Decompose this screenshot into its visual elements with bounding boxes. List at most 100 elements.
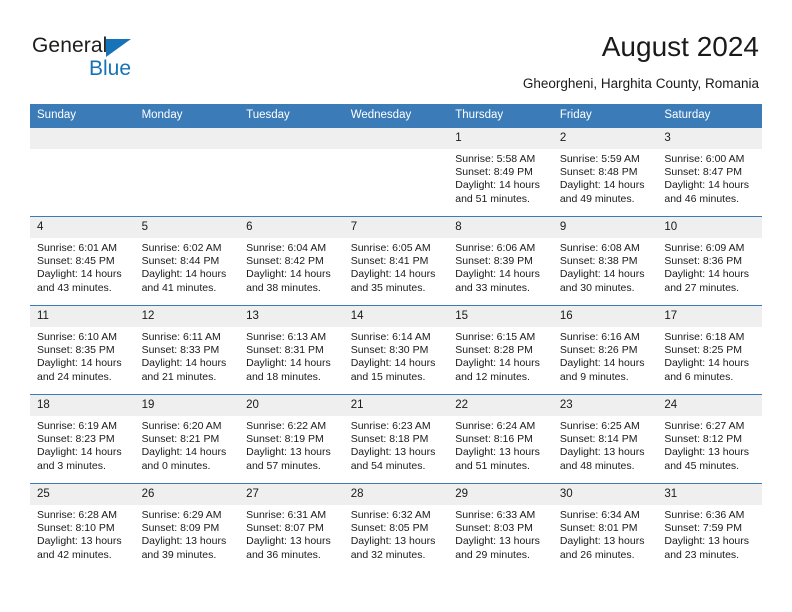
day-cell-content: 30 Sunrise: 6:34 AM Sunset: 8:01 PM Dayligh… [552,484,658,572]
sunset-time: Sunset: 8:09 PM [141,522,220,535]
calendar-day-cell[interactable]: 27 Sunrise: 6:31 AM Sunset: 8:07 PM Dayligh… [239,483,344,572]
calendar-day-cell[interactable]: 12 Sunrise: 6:11 AM Sunset: 8:33 PM Dayligh… [134,305,240,395]
day-sun-info: Sunrise: 6:01 AM Sunset: 8:45 PM Daylight:… [30,238,135,295]
sunset-time: Sunset: 8:41 PM [350,255,429,268]
calendar-day-cell[interactable]: 9 Sunrise: 6:08 AM Sunset: 8:38 PM Daylight… [552,216,658,306]
calendar-day-cell[interactable]: 24 Sunrise: 6:27 AM Sunset: 8:12 PM Dayligh… [657,394,762,484]
calendar-day-cell[interactable]: 30 Sunrise: 6:34 AM Sunset: 8:01 PM Dayligh… [552,483,658,572]
calendar-day-cell[interactable]: 13 Sunrise: 6:13 AM Sunset: 8:31 PM Dayligh… [239,305,344,395]
calendar-day-cell[interactable]: 15 Sunrise: 6:15 AM Sunset: 8:28 PM Dayligh… [448,305,553,395]
calendar-day-cell[interactable]: 11 Sunrise: 6:10 AM Sunset: 8:35 PM Dayligh… [30,305,135,395]
sunrise-time: Sunrise: 6:23 AM [350,420,431,432]
day-cell-content: 29 Sunrise: 6:33 AM Sunset: 8:03 PM Dayligh… [448,484,553,572]
page-title: August 2024 [601,31,759,62]
sunset-time: Sunset: 8:36 PM [664,255,743,268]
sunset-time: Sunset: 8:44 PM [141,255,220,268]
day-number: 8 [448,217,553,238]
calendar-day-cell [239,127,344,217]
sunrise-time: Sunrise: 6:20 AM [141,420,222,432]
calendar-day-cell[interactable]: 31 Sunrise: 6:36 AM Sunset: 7:59 PM Dayligh… [657,483,762,572]
sunrise-time: Sunrise: 6:00 AM [664,153,745,165]
day-number: 23 [552,395,658,416]
calendar-day-cell[interactable]: 3 Sunrise: 6:00 AM Sunset: 8:47 PM Daylight… [657,127,762,217]
sunset-time: Sunset: 7:59 PM [664,522,743,535]
sunrise-time: Sunrise: 6:06 AM [455,242,536,254]
calendar-day-cell[interactable]: 29 Sunrise: 6:33 AM Sunset: 8:03 PM Dayligh… [448,483,553,572]
calendar-day-cell[interactable]: 23 Sunrise: 6:25 AM Sunset: 8:14 PM Dayligh… [552,394,658,484]
sunset-time: Sunset: 8:07 PM [246,522,324,535]
day-cell-content: 18 Sunrise: 6:19 AM Sunset: 8:23 PM Dayligh… [30,395,135,483]
day-number: 14 [343,306,449,327]
sunset-time: Sunset: 8:31 PM [246,344,324,357]
calendar-week-row: 1 Sunrise: 5:58 AM Sunset: 8:49 PM Daylight… [30,127,762,217]
day-number: 20 [239,395,344,416]
sunset-time: Sunset: 8:18 PM [350,433,429,446]
weekday-header-thursday: Thursday [448,104,553,128]
day-number: 29 [448,484,553,505]
calendar-week-row: 4 Sunrise: 6:01 AM Sunset: 8:45 PM Daylight… [30,216,762,306]
calendar-day-cell[interactable]: 14 Sunrise: 6:14 AM Sunset: 8:30 PM Dayligh… [343,305,449,395]
day-cell-content: 11 Sunrise: 6:10 AM Sunset: 8:35 PM Dayligh… [30,306,135,394]
general-blue-logo[interactable]: General Blue [32,34,202,86]
day-cell-content: 1 Sunrise: 5:58 AM Sunset: 8:49 PM Daylight… [448,128,553,216]
day-cell-content: 12 Sunrise: 6:11 AM Sunset: 8:33 PM Dayligh… [134,306,240,394]
day-sun-info: Sunrise: 6:08 AM Sunset: 8:38 PM Daylight:… [553,238,658,295]
day-number: 12 [134,306,240,327]
day-cell-content [343,128,449,216]
calendar-day-cell[interactable]: 7 Sunrise: 6:05 AM Sunset: 8:41 PM Daylight… [343,216,449,306]
daylight-duration: Daylight: 14 hours and 6 minutes. [664,357,750,383]
daylight-duration: Daylight: 13 hours and 39 minutes. [141,535,227,561]
calendar-day-cell[interactable]: 16 Sunrise: 6:16 AM Sunset: 8:26 PM Dayligh… [552,305,658,395]
day-number: 15 [448,306,553,327]
day-sun-info: Sunrise: 6:20 AM Sunset: 8:21 PM Daylight:… [135,416,240,473]
calendar-day-cell[interactable]: 6 Sunrise: 6:04 AM Sunset: 8:42 PM Daylight… [239,216,344,306]
calendar-day-cell[interactable]: 21 Sunrise: 6:23 AM Sunset: 8:18 PM Dayligh… [343,394,449,484]
sunrise-time: Sunrise: 6:32 AM [350,509,431,521]
calendar-page: General Blue August 2024 Gheorgheni, Har… [0,0,792,612]
sunset-time: Sunset: 8:25 PM [664,344,743,357]
calendar-day-cell[interactable]: 10 Sunrise: 6:09 AM Sunset: 8:36 PM Dayligh… [657,216,762,306]
day-sun-info: Sunrise: 6:32 AM Sunset: 8:05 PM Daylight:… [344,505,449,562]
day-number: 3 [657,128,762,149]
calendar-day-cell[interactable]: 26 Sunrise: 6:29 AM Sunset: 8:09 PM Dayligh… [134,483,240,572]
calendar-day-cell[interactable]: 5 Sunrise: 6:02 AM Sunset: 8:44 PM Daylight… [134,216,240,306]
calendar-day-cell[interactable]: 8 Sunrise: 6:06 AM Sunset: 8:39 PM Daylight… [448,216,553,306]
calendar-day-cell[interactable]: 4 Sunrise: 6:01 AM Sunset: 8:45 PM Daylight… [30,216,135,306]
day-number: 21 [343,395,449,416]
day-number: 13 [239,306,344,327]
day-sun-info: Sunrise: 5:58 AM Sunset: 8:49 PM Daylight:… [448,149,553,206]
day-sun-info: Sunrise: 6:14 AM Sunset: 8:30 PM Daylight:… [344,327,449,384]
day-sun-info: Sunrise: 6:06 AM Sunset: 8:39 PM Daylight:… [448,238,553,295]
daylight-duration: Daylight: 14 hours and 21 minutes. [141,357,227,383]
calendar-week-row: 18 Sunrise: 6:19 AM Sunset: 8:23 PM Dayligh… [30,394,762,484]
calendar-day-cell[interactable]: 22 Sunrise: 6:24 AM Sunset: 8:16 PM Dayligh… [448,394,553,484]
calendar-day-cell[interactable]: 2 Sunrise: 5:59 AM Sunset: 8:48 PM Daylight… [552,127,658,217]
day-cell-content: 15 Sunrise: 6:15 AM Sunset: 8:28 PM Dayligh… [448,306,553,394]
day-number: 30 [552,484,658,505]
day-cell-content: 27 Sunrise: 6:31 AM Sunset: 8:07 PM Dayligh… [239,484,344,572]
calendar-day-cell[interactable]: 17 Sunrise: 6:18 AM Sunset: 8:25 PM Dayligh… [657,305,762,395]
day-number: 19 [134,395,240,416]
calendar-day-cell[interactable]: 25 Sunrise: 6:28 AM Sunset: 8:10 PM Dayligh… [30,483,135,572]
day-number: 6 [239,217,344,238]
calendar-week-row: 11 Sunrise: 6:10 AM Sunset: 8:35 PM Dayligh… [30,305,762,395]
sunset-time: Sunset: 8:42 PM [246,255,324,268]
sunrise-time: Sunrise: 6:28 AM [37,509,117,521]
sunset-time: Sunset: 8:35 PM [37,344,115,357]
calendar-day-cell[interactable]: 18 Sunrise: 6:19 AM Sunset: 8:23 PM Dayligh… [30,394,135,484]
day-cell-content: 28 Sunrise: 6:32 AM Sunset: 8:05 PM Dayligh… [343,484,449,572]
day-cell-content: 25 Sunrise: 6:28 AM Sunset: 8:10 PM Dayligh… [30,484,135,572]
sunrise-time: Sunrise: 6:14 AM [350,331,431,343]
sunrise-time: Sunrise: 6:18 AM [664,331,745,343]
day-number: 1 [448,128,553,149]
calendar-day-cell[interactable]: 1 Sunrise: 5:58 AM Sunset: 8:49 PM Daylight… [448,127,553,217]
calendar-day-cell[interactable]: 19 Sunrise: 6:20 AM Sunset: 8:21 PM Dayligh… [134,394,240,484]
sunrise-time: Sunrise: 5:59 AM [559,153,640,165]
calendar-day-cell[interactable]: 28 Sunrise: 6:32 AM Sunset: 8:05 PM Dayligh… [343,483,449,572]
daylight-duration: Daylight: 13 hours and 51 minutes. [455,446,540,472]
logo-text-general: General [32,34,108,57]
sunset-time: Sunset: 8:14 PM [559,433,638,446]
day-cell-content: 8 Sunrise: 6:06 AM Sunset: 8:39 PM Daylight… [448,217,553,305]
calendar-day-cell[interactable]: 20 Sunrise: 6:22 AM Sunset: 8:19 PM Dayligh… [239,394,344,484]
day-sun-info: Sunrise: 6:29 AM Sunset: 8:09 PM Daylight:… [135,505,240,562]
